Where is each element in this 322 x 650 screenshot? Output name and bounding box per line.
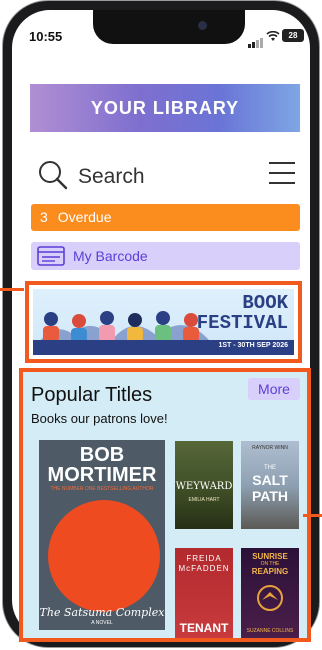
- hamburger-menu-icon[interactable]: [269, 162, 295, 184]
- wifi-icon: [266, 29, 280, 47]
- book-cover-satsuma-complex[interactable]: BOB MORTIMER THE NUMBER ONE BESTSELLING …: [39, 440, 165, 630]
- barcode-label: My Barcode: [73, 248, 148, 264]
- book-author-line1: FREIDA: [186, 554, 222, 563]
- satsuma-illustration: [48, 500, 160, 612]
- barcode-card-icon: [37, 246, 65, 266]
- book-title-line2: SALT: [252, 472, 288, 488]
- festival-title-line2: FESTIVAL: [196, 312, 288, 334]
- overdue-button[interactable]: 3 Overdue: [31, 204, 300, 231]
- festival-dates: 1ST - 30TH SEP 2026: [218, 342, 288, 349]
- festival-title-line1: BOOK: [242, 292, 288, 314]
- more-button[interactable]: More: [248, 378, 300, 400]
- book-festival-banner[interactable]: BOOK FESTIVAL 1ST - 30TH SEP 2026: [33, 289, 294, 355]
- status-time: 10:55: [29, 29, 63, 44]
- book-author-line2: McFADDEN: [178, 564, 230, 573]
- book-cover-tenant[interactable]: FREIDA McFADDEN TENANT: [175, 548, 233, 638]
- book-cover-weyward[interactable]: WEYWARD EMILIA HART: [175, 441, 233, 529]
- book-author: EMILIA HART: [188, 497, 220, 503]
- signal-icon: [248, 30, 264, 48]
- book-title: WEYWARD: [175, 481, 233, 492]
- my-barcode-button[interactable]: My Barcode: [31, 242, 300, 270]
- book-title: TENANT: [179, 621, 229, 635]
- book-title: The Satsuma Complex: [39, 606, 165, 619]
- popular-subtitle: Books our patrons love!: [31, 411, 168, 426]
- camera-icon: [198, 21, 207, 30]
- popular-title: Popular Titles: [31, 384, 153, 406]
- book-cover-salt-path[interactable]: RAYNOR WINN THE SALT PATH: [241, 441, 299, 529]
- book-title-line3: PATH: [251, 488, 289, 504]
- book-cover-sunrise-on-the-reaping[interactable]: SUNRISE ON THE REAPING SUZANNE COLLINS: [241, 548, 299, 638]
- search-icon: [39, 161, 68, 190]
- book-festival-highlight[interactable]: BOOK FESTIVAL 1ST - 30TH SEP 2026: [25, 281, 302, 363]
- overdue-label: Overdue: [57, 209, 112, 225]
- battery-icon: 28: [282, 29, 304, 42]
- festival-title: BOOK FESTIVAL: [197, 293, 288, 333]
- mockingjay-emblem-icon: [257, 585, 283, 611]
- book-author-line1: BOB: [79, 444, 125, 466]
- search-label: Search: [78, 165, 145, 188]
- notch: [93, 10, 245, 44]
- book-title-line3: REAPING: [251, 567, 289, 576]
- overdue-count: 3: [40, 209, 48, 225]
- book-subtitle: A NOVEL: [91, 620, 113, 626]
- book-author-line2: MORTIMER: [47, 464, 157, 486]
- highlight-connector: [0, 288, 24, 291]
- highlight-connector: [303, 514, 322, 517]
- book-author: RAYNOR WINN: [252, 445, 288, 451]
- library-banner[interactable]: YOUR LIBRARY: [30, 84, 300, 132]
- book-tagline: THE NUMBER ONE BESTSELLING AUTHOR: [50, 486, 154, 492]
- book-title-line1: THE: [264, 465, 276, 471]
- book-author: SUZANNE COLLINS: [246, 628, 294, 634]
- popular-titles-section: Popular Titles More Books our patrons lo…: [19, 368, 311, 642]
- book-title-line1: SUNRISE: [252, 552, 288, 561]
- banner-title: YOUR LIBRARY: [90, 97, 240, 118]
- search-bar[interactable]: Search: [38, 158, 296, 192]
